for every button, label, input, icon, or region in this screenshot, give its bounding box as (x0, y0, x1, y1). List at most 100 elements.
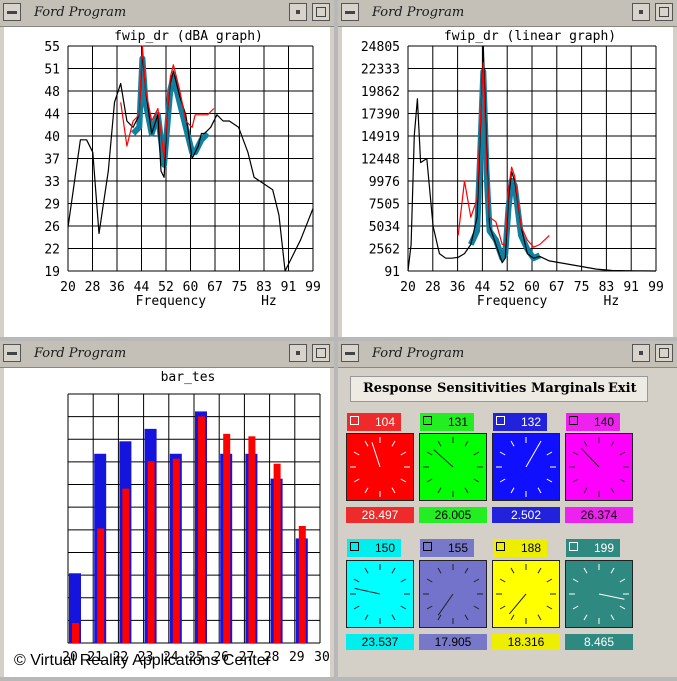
control-value-131: 26.005 (419, 507, 487, 523)
control-header-132[interactable]: 132 (493, 413, 547, 431)
dial-knob-150[interactable] (346, 560, 414, 628)
menu-response[interactable]: Response (363, 381, 432, 396)
dial-tick (353, 578, 360, 583)
bar-red (298, 525, 306, 643)
control-header-131[interactable]: 131 (420, 413, 474, 431)
graph-area: fwip_dr (linear graph) 24805 22333 19862 173… (342, 27, 673, 337)
window-menu-button[interactable] (3, 3, 21, 21)
y-tick-label: 9976 (369, 175, 400, 190)
graph-area: fwip_dr (dBA graph) 55 51 48 44 40 37 33 29 26 22 1… (4, 27, 330, 337)
maximize-button[interactable] (655, 344, 673, 362)
minimize-button[interactable] (632, 3, 650, 21)
minimize-button[interactable] (289, 3, 307, 21)
dial-tick (510, 487, 515, 494)
y-tick-label: 22333 (361, 63, 400, 78)
x-tick-label: 99 (648, 280, 664, 295)
dial-tick (364, 487, 369, 494)
bar-red (122, 488, 130, 643)
bar-red (273, 463, 281, 643)
dial-knob-140[interactable] (565, 433, 633, 501)
y-tick-label: 91 (384, 265, 400, 280)
maximize-button[interactable] (312, 344, 330, 362)
y-tick-label: 24805 (361, 40, 400, 55)
control-value-132: 2.502 (492, 507, 560, 523)
x-tick-label: 75 (574, 280, 590, 295)
checkbox[interactable] (496, 542, 505, 551)
control-header-155[interactable]: 155 (420, 539, 474, 557)
dial-knob-188[interactable] (492, 560, 560, 628)
titlebar[interactable]: Ford Program (0, 341, 334, 368)
menu-marginals[interactable]: Marginals (531, 381, 605, 396)
window-linear-graph: Ford Program fwip_dr (linear graph) 24805… (338, 0, 677, 337)
titlebar[interactable]: Ford Program (338, 0, 677, 27)
menu-exit[interactable]: Exit (608, 381, 637, 396)
checkbox[interactable] (350, 416, 359, 425)
window-menu-button[interactable] (3, 344, 21, 362)
dial-tick (510, 567, 515, 574)
dial-tick (473, 578, 480, 583)
minimize-button[interactable] (289, 344, 307, 362)
dial-knob-104[interactable] (346, 433, 414, 501)
control-header-140[interactable]: 140 (566, 413, 620, 431)
dial-tick (499, 478, 506, 483)
minimize-button[interactable] (632, 344, 650, 362)
checkbox[interactable] (569, 416, 578, 425)
y-tick-label: 33 (44, 175, 60, 190)
dial-tick (437, 614, 442, 621)
dial-face (496, 564, 556, 624)
control-value-104: 28.497 (346, 507, 414, 523)
x-axis-label: Frequency (477, 294, 548, 309)
window-menu-button[interactable] (341, 344, 359, 362)
control-header-199[interactable]: 199 (566, 539, 620, 557)
window-menu-button[interactable] (341, 3, 359, 21)
dial-tick (353, 451, 360, 456)
bar-red (97, 528, 105, 643)
dial-hand (525, 444, 540, 468)
dial-tick (499, 578, 506, 583)
dial-hand (437, 593, 454, 616)
window-title: Ford Program (372, 5, 465, 20)
x-tick-label: 30 (314, 650, 330, 665)
dial-knob-155[interactable] (419, 560, 487, 628)
x-tick-label: 28 (425, 280, 441, 295)
dial-hand (433, 449, 454, 468)
dial-tick (473, 478, 480, 483)
dba-line-chart: fwip_dr (dBA graph) 55 51 48 44 40 37 33 29 26 22 1… (44, 29, 321, 309)
dial-tick (400, 578, 407, 583)
control-panel-body: Response Sensitivities Marginals Exit 10… (342, 368, 673, 677)
checkbox[interactable] (350, 542, 359, 551)
dial-hand (598, 593, 625, 600)
dial-knob-131[interactable] (419, 433, 487, 501)
titlebar[interactable]: Ford Program (0, 0, 334, 27)
dial-tick (426, 478, 433, 483)
dial-tick (583, 487, 588, 494)
bar-chart: bar_tes20 21 22 23 24 25 26 27 28 29 30 (62, 370, 330, 665)
series-line-1 (457, 61, 550, 248)
dial-tick (400, 605, 407, 610)
maximize-button[interactable] (312, 3, 330, 21)
dial-tick (619, 605, 626, 610)
window-title: Ford Program (34, 346, 127, 361)
x-tick-label: 99 (305, 280, 321, 295)
menu-sensitivities[interactable]: Sensitivities (437, 381, 526, 396)
checkbox[interactable] (496, 416, 505, 425)
x-tick-label: 60 (524, 280, 540, 295)
dial-knob-199[interactable] (565, 560, 633, 628)
dial-knob-132[interactable] (492, 433, 560, 501)
x-axis-unit: Hz (261, 294, 277, 309)
checkbox[interactable] (423, 416, 432, 425)
control-id: 150 (374, 541, 395, 555)
control-header-150[interactable]: 150 (347, 539, 401, 557)
y-tick-label: 22 (44, 243, 60, 258)
titlebar[interactable]: Ford Program (338, 341, 677, 368)
checkbox[interactable] (569, 542, 578, 551)
control-id: 188 (520, 541, 541, 555)
x-tick-label: 83 (256, 280, 272, 295)
control-header-104[interactable]: 104 (347, 413, 401, 431)
checkbox[interactable] (423, 542, 432, 551)
dial-tick (619, 451, 626, 456)
control-header-188[interactable]: 188 (493, 539, 547, 557)
maximize-button[interactable] (655, 3, 673, 21)
dial-tick (572, 451, 579, 456)
dial-tick (364, 614, 369, 621)
